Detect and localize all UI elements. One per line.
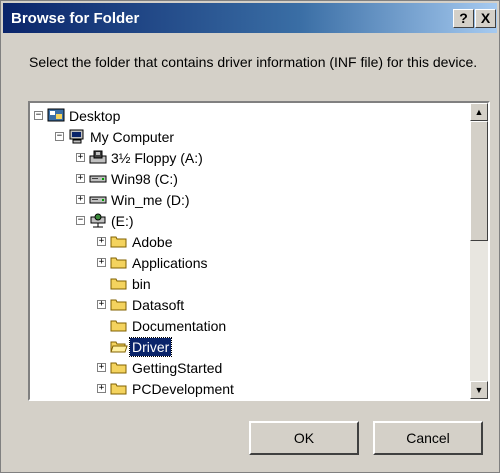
tree-item[interactable]: Documentation	[30, 317, 470, 335]
tree-item-label[interactable]: bin	[130, 275, 153, 293]
vertical-scrollbar[interactable]: ▲ ▼	[470, 103, 488, 399]
tree-item[interactable]: + Win98 (C:)	[30, 170, 470, 188]
tree-item-label[interactable]: (E:)	[109, 212, 136, 230]
tree-item-label[interactable]: PCDevelopment	[130, 380, 236, 398]
folder-icon	[110, 234, 128, 249]
browse-for-folder-dialog: Browse for Folder ? X Select the folder …	[0, 0, 500, 473]
expand-icon[interactable]: +	[76, 174, 85, 183]
collapse-icon[interactable]: −	[76, 216, 85, 225]
tree-item[interactable]: Driver	[30, 337, 470, 357]
cancel-button[interactable]: Cancel	[373, 421, 483, 455]
expand-icon[interactable]: +	[97, 258, 106, 267]
tree-item-label[interactable]: Win98 (C:)	[109, 170, 180, 188]
expand-icon[interactable]: +	[76, 195, 85, 204]
dialog-title: Browse for Folder	[11, 10, 140, 27]
computer-icon	[68, 129, 86, 144]
folder-icon	[110, 318, 128, 333]
expand-icon[interactable]: +	[76, 153, 85, 162]
tree-item[interactable]: − My Computer	[30, 128, 470, 146]
tree-item-label[interactable]: Driver	[128, 337, 173, 357]
tree-item-label[interactable]: Documentation	[130, 317, 228, 335]
tree-item[interactable]: + Datasoft	[30, 296, 470, 314]
instructions-text: Select the folder that contains driver i…	[29, 54, 478, 70]
folder-icon	[110, 276, 128, 291]
title-bar[interactable]: Browse for Folder ? X	[3, 3, 497, 33]
tree-item[interactable]: + PCDevelopment	[30, 380, 470, 398]
tree-item-label[interactable]: Datasoft	[130, 296, 186, 314]
folder-tree: − Desktop − My Computer +3½ Floppy (A:) + Win9…	[30, 103, 470, 399]
tree-item[interactable]: − (E:)	[30, 212, 470, 230]
open-folder-icon	[110, 339, 128, 354]
folder-icon	[110, 297, 128, 312]
tree-item[interactable]: + Win_me (D:)	[30, 191, 470, 209]
help-button[interactable]: ?	[453, 9, 474, 28]
tree-item-label[interactable]: 3½ Floppy (A:)	[109, 149, 205, 167]
tree-item-label[interactable]: Adobe	[130, 233, 174, 251]
collapse-icon[interactable]: −	[55, 132, 64, 141]
expand-icon[interactable]: +	[97, 363, 106, 372]
floppy-drive-icon	[89, 150, 107, 165]
tree-item-label[interactable]: GettingStarted	[130, 359, 224, 377]
tree-item[interactable]: + GettingStarted	[30, 359, 470, 377]
scroll-thumb[interactable]	[470, 121, 488, 241]
folder-icon	[110, 381, 128, 396]
hard-drive-icon	[89, 192, 107, 207]
folder-icon	[110, 360, 128, 375]
tree-item[interactable]: bin	[30, 275, 470, 293]
folder-tree-view[interactable]: − Desktop − My Computer +3½ Floppy (A:) + Win9…	[28, 101, 490, 401]
tree-item[interactable]: + Adobe	[30, 233, 470, 251]
tree-item-label[interactable]: Desktop	[67, 107, 122, 125]
tree-item[interactable]: +3½ Floppy (A:)	[30, 149, 470, 167]
scroll-down-button[interactable]: ▼	[470, 381, 488, 399]
tree-item[interactable]: + Applications	[30, 254, 470, 272]
tree-item-label[interactable]: Applications	[130, 254, 210, 272]
ok-button[interactable]: OK	[249, 421, 359, 455]
folder-icon	[110, 255, 128, 270]
expand-icon[interactable]: +	[97, 384, 106, 393]
tree-item[interactable]: − Desktop	[30, 107, 470, 125]
expand-icon[interactable]: +	[97, 237, 106, 246]
collapse-icon[interactable]: −	[34, 111, 43, 120]
tree-item-label[interactable]: Win_me (D:)	[109, 191, 192, 209]
scroll-up-button[interactable]: ▲	[470, 103, 488, 121]
hard-drive-icon	[89, 171, 107, 186]
desktop-icon	[47, 108, 65, 123]
network-drive-icon	[89, 213, 107, 228]
tree-item-label[interactable]: My Computer	[88, 128, 176, 146]
close-button[interactable]: X	[475, 9, 496, 28]
expand-icon[interactable]: +	[97, 300, 106, 309]
